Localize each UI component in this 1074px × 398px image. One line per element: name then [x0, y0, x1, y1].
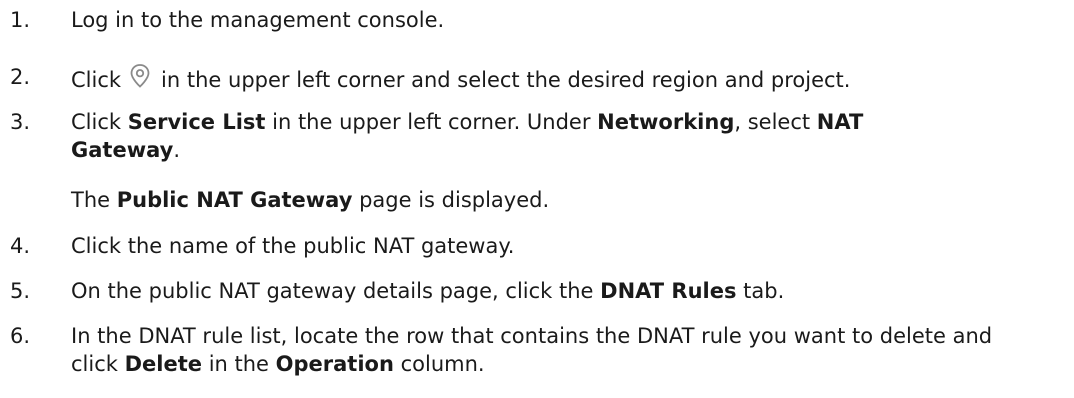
- ui-term: Networking: [597, 110, 735, 134]
- step-number: 6.: [10, 324, 31, 348]
- step-number: 4.: [10, 234, 31, 258]
- text-run: On the public NAT gateway details page, …: [71, 279, 601, 303]
- text-run: .: [173, 138, 180, 162]
- text-run: Click the name of the public NAT gateway…: [71, 234, 515, 258]
- step-number: 5.: [10, 279, 31, 303]
- text-run: Click: [71, 110, 128, 134]
- ui-term: Service List: [127, 110, 266, 134]
- step-text: Click Service List in the upper left cor…: [71, 108, 971, 164]
- ui-term: Public NAT Gateway: [116, 188, 353, 212]
- text-run: in the upper left corner. Under: [265, 110, 598, 134]
- step-text: Click in the upper left corner and select…: [71, 63, 1031, 96]
- step-text: Click the name of the public NAT gateway…: [71, 232, 1031, 260]
- step-number: 2.: [10, 65, 31, 89]
- text-run: , select: [734, 110, 817, 134]
- step-number: 3.: [10, 110, 31, 134]
- step-result-text: The Public NAT Gateway page is displayed…: [71, 186, 1031, 214]
- step-text: On the public NAT gateway details page, …: [71, 277, 1031, 305]
- ui-term: Delete: [124, 352, 203, 376]
- ui-term: DNAT Rules: [600, 279, 737, 303]
- text-run: page is displayed.: [352, 188, 550, 212]
- text-run: tab.: [736, 279, 785, 303]
- text-run: column.: [393, 352, 485, 376]
- text-run: Log in to the management console.: [71, 8, 445, 32]
- location-pin-icon: [129, 63, 151, 96]
- ui-term: Operation: [275, 352, 394, 376]
- text-run: in the: [202, 352, 276, 376]
- text-run: Click: [71, 68, 122, 92]
- procedure-list: 1. Log in to the management console. 2. …: [0, 0, 1074, 398]
- text-run: in the upper left corner and select the …: [161, 68, 851, 92]
- step-text: Log in to the management console.: [71, 6, 1031, 34]
- step-number: 1.: [10, 8, 31, 32]
- step-text: In the DNAT rule list, locate the row th…: [71, 322, 1031, 378]
- text-run: The: [71, 188, 117, 212]
